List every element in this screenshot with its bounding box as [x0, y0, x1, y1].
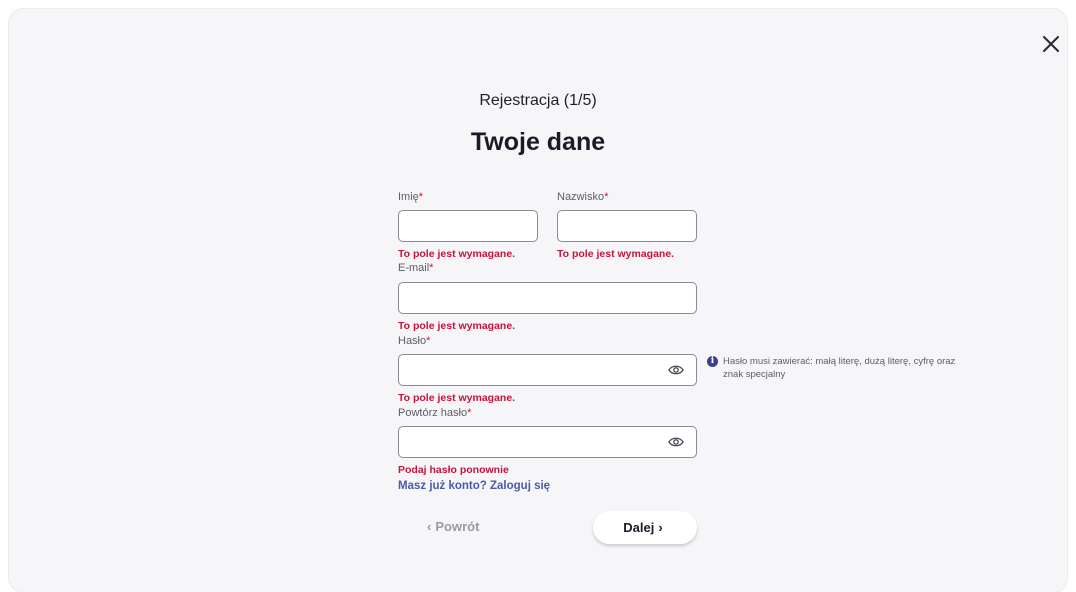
eye-icon[interactable] — [668, 364, 684, 376]
chevron-left-icon: ‹ — [427, 519, 432, 534]
required-mark: * — [429, 262, 434, 274]
email-error: To pole jest wymagane. — [398, 320, 516, 332]
password-hint: Hasło musi zawierać: małą literę, dużą l… — [723, 356, 956, 380]
first-name-label: Imię* — [398, 191, 424, 203]
required-mark: * — [604, 191, 609, 203]
password-error: To pole jest wymagane. — [398, 392, 516, 404]
required-mark: * — [418, 191, 424, 203]
next-button[interactable]: Dalej › — [593, 511, 697, 544]
repeat-password-label: Powtórz hasło* — [398, 407, 472, 419]
page-title: Twoje dane — [470, 128, 606, 156]
email-label: E-mail* — [398, 262, 434, 274]
info-icon: i — [707, 356, 718, 367]
first-name-error: To pole jest wymagane. — [398, 248, 516, 260]
last-name-label: Nazwisko* — [557, 191, 609, 203]
login-link[interactable]: Masz już konto? Zaloguj się — [398, 480, 550, 492]
email-field[interactable] — [398, 282, 697, 314]
password-label: Hasło* — [398, 335, 431, 347]
required-mark: * — [426, 335, 431, 347]
back-button[interactable]: ‹ Powrót — [423, 519, 479, 534]
eye-icon[interactable] — [668, 436, 684, 448]
required-mark: * — [467, 407, 472, 419]
repeat-password-field[interactable] — [398, 426, 697, 458]
password-field[interactable] — [398, 354, 697, 386]
chevron-right-icon: › — [658, 520, 663, 535]
first-name-field[interactable] — [398, 210, 538, 242]
last-name-error: To pole jest wymagane. — [557, 248, 675, 260]
close-icon[interactable] — [1040, 33, 1062, 55]
repeat-password-error: Podaj hasło ponownie — [398, 464, 509, 476]
step-indicator: Rejestracja (1/5) — [479, 92, 597, 109]
last-name-field[interactable] — [557, 210, 697, 242]
